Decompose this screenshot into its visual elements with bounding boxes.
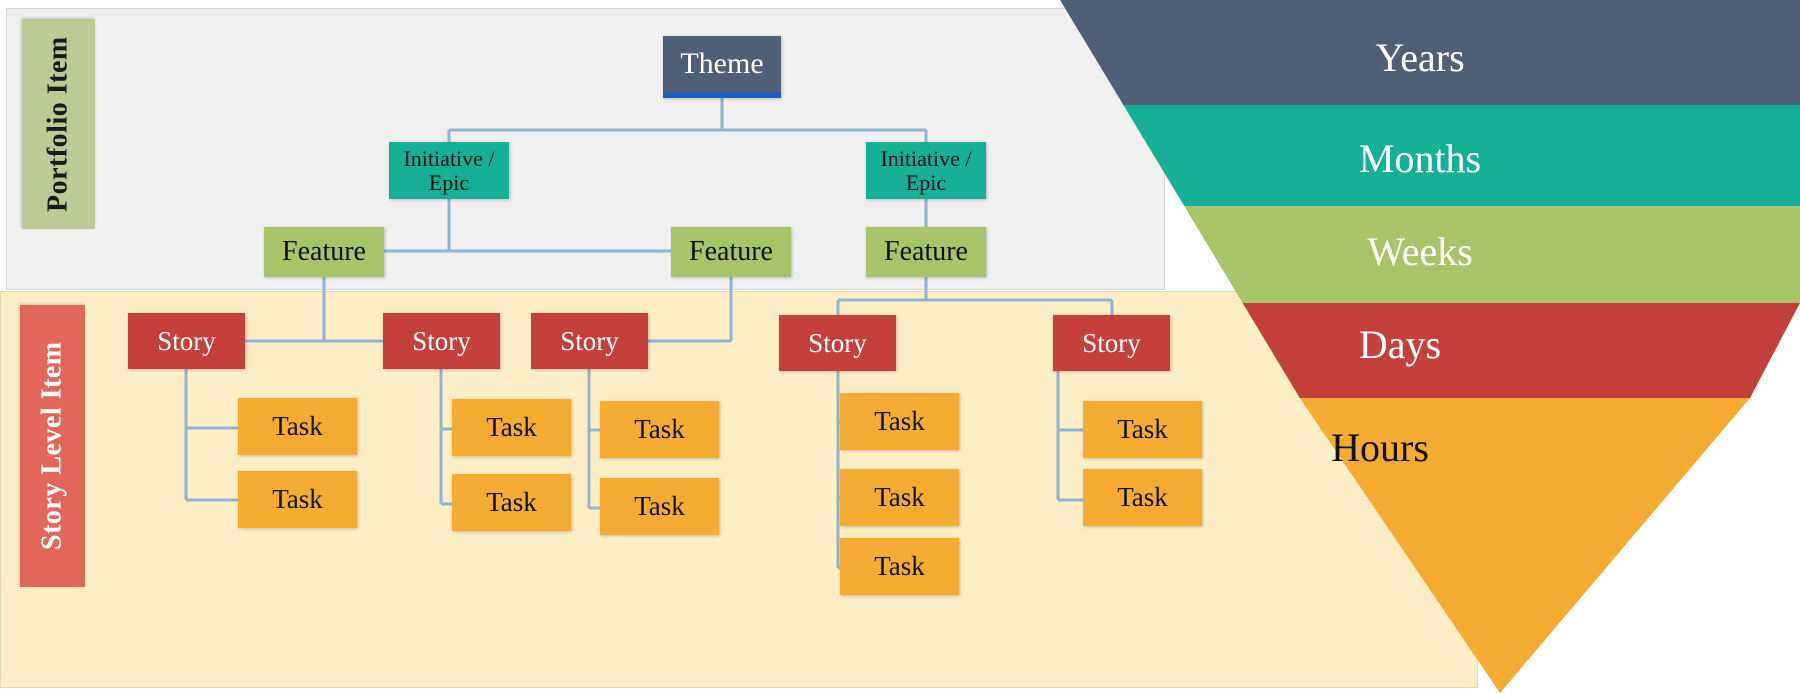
node-story-2[interactable]: Story (383, 313, 500, 369)
time-horizon-funnel: Years Months Weeks Days Hours (1040, 0, 1800, 693)
node-task-2-2[interactable]: Task (452, 474, 571, 531)
node-task-4-2[interactable]: Task (840, 469, 959, 526)
funnel-band-days (1242, 303, 1800, 398)
node-task-3-2[interactable]: Task (600, 478, 719, 535)
node-theme[interactable]: Theme (663, 36, 781, 98)
node-story-1[interactable]: Story (128, 313, 245, 369)
node-task-3-1[interactable]: Task (600, 401, 719, 458)
portfolio-section-background (6, 8, 1165, 290)
node-story-4[interactable]: Story (779, 315, 896, 371)
diagram-canvas: Portfolio Item Story Level Item Theme In… (0, 0, 1800, 693)
node-task-1-1[interactable]: Task (238, 398, 357, 455)
funnel-shape (1060, 0, 1800, 693)
node-feature-2[interactable]: Feature (671, 227, 791, 277)
node-feature-3[interactable]: Feature (866, 227, 986, 277)
portfolio-item-section-label: Portfolio Item (22, 19, 95, 229)
node-task-1-2[interactable]: Task (238, 471, 357, 528)
node-initiative-epic-right[interactable]: Initiative / Epic (866, 142, 986, 199)
node-task-4-3[interactable]: Task (840, 538, 959, 595)
node-story-3[interactable]: Story (531, 313, 648, 369)
node-initiative-epic-left[interactable]: Initiative / Epic (389, 142, 509, 199)
funnel-band-months (1123, 105, 1800, 206)
funnel-band-years (1060, 0, 1800, 105)
funnel-band-weeks (1184, 206, 1800, 303)
node-feature-1[interactable]: Feature (264, 227, 384, 277)
story-level-item-section-label: Story Level Item (20, 305, 85, 587)
node-task-4-1[interactable]: Task (840, 393, 959, 450)
node-task-2-1[interactable]: Task (452, 399, 571, 456)
funnel-band-hours (1299, 398, 1750, 693)
